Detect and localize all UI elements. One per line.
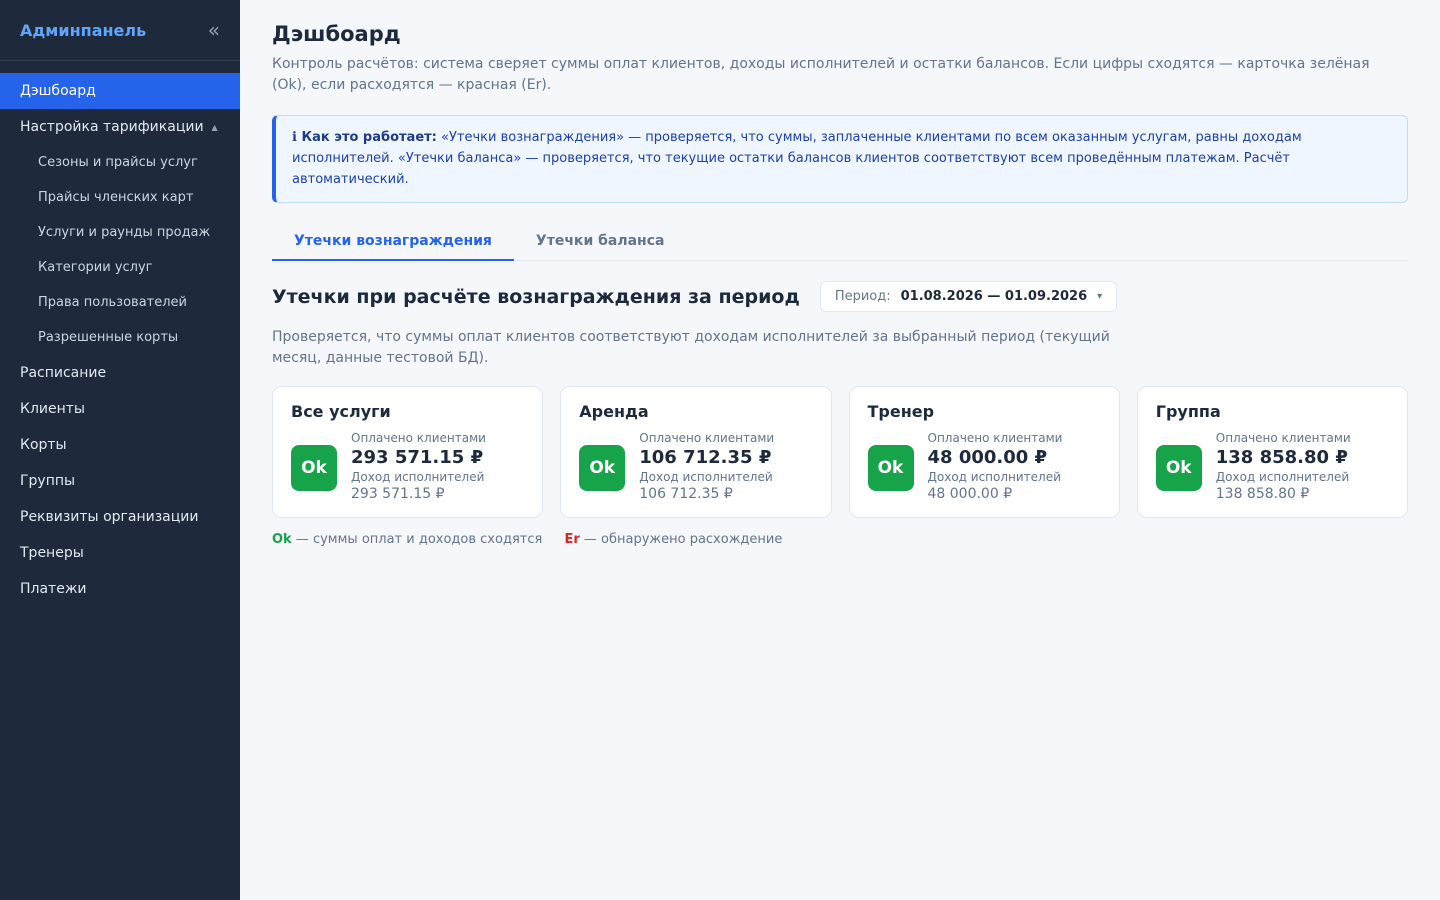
sidebar-item-pricing-settings[interactable]: Настройка тарификации ▲	[0, 109, 240, 145]
card-body: Ok Оплачено клиентами 48 000.00 ₽ Доход …	[867, 431, 1101, 504]
income-value: 138 858.80 ₽	[1215, 486, 1310, 502]
sidebar-subitem-user-rights[interactable]: Права пользователей	[0, 285, 240, 320]
card-rent: Аренда Ok Оплачено клиентами 106 712.35 …	[560, 386, 832, 518]
sidebar-item-dashboard[interactable]: Дэшбоард	[0, 73, 240, 109]
income-label: Доход исполнителей	[1215, 470, 1350, 484]
tab-balance-leaks[interactable]: Утечки баланса	[514, 223, 687, 261]
period-label: Период:	[834, 289, 891, 304]
sidebar-subitem-allowed-courts[interactable]: Разрешенные корты	[0, 320, 240, 355]
income-label: Доход исполнителей	[639, 470, 773, 484]
card-title: Тренер	[867, 402, 935, 421]
sidebar-item-label: Прайсы членских карт	[38, 190, 194, 205]
sidebar-subitem-service-categories[interactable]: Категории услуг	[0, 250, 240, 285]
info-text: «Утечки вознаграждения» — проверяется, ч…	[292, 130, 1302, 187]
card-title: Аренда	[579, 402, 649, 421]
sidebar-item-courts[interactable]: Корты	[0, 427, 240, 463]
period-select[interactable]: Период: 01.08.2026 — 01.09.2026 ▾	[819, 281, 1118, 312]
tab-reward-leaks[interactable]: Утечки вознаграждения	[272, 223, 514, 261]
sidebar-subitem-seasons-prices[interactable]: Сезоны и прайсы услуг	[0, 145, 240, 180]
status-badge: Ok	[1155, 444, 1202, 491]
sidebar-item-label: Дэшбоард	[20, 83, 96, 99]
section-header: Утечки при расчёте вознаграждения за пер…	[272, 281, 1408, 312]
card-group: Группа Ok Оплачено клиентами 138 858.80 …	[1136, 386, 1408, 518]
legend-er-text: — обнаружено расхождение	[579, 532, 783, 547]
paid-value: 106 712.35 ₽	[639, 447, 772, 468]
paid-value: 48 000.00 ₽	[927, 447, 1048, 468]
sidebar-item-groups[interactable]: Группы	[0, 463, 240, 499]
income-label: Доход исполнителей	[351, 470, 485, 484]
info-icon: ℹ	[292, 130, 297, 145]
status-badge: Ok	[291, 444, 337, 491]
collapse-sidebar-icon[interactable]: «	[208, 20, 220, 40]
sidebar-item-label: Платежи	[20, 581, 87, 597]
brand-title[interactable]: Админпанель	[20, 21, 146, 40]
sidebar-item-clients[interactable]: Клиенты	[0, 391, 240, 427]
sidebar-subitem-membership-prices[interactable]: Прайсы членских карт	[0, 180, 240, 215]
card-body: Ok Оплачено клиентами 293 571.15 ₽ Доход…	[291, 431, 524, 504]
sidebar-item-label: Клиенты	[20, 401, 85, 417]
sidebar-header: Админпанель «	[0, 0, 240, 61]
card-all-services: Все услуги Ok Оплачено клиентами 293 571…	[272, 386, 544, 518]
section-description: Проверяется, что суммы оплат клиентов со…	[272, 329, 1110, 366]
status-legend: Ok — суммы оплат и доходов сходятся Er —…	[272, 532, 1408, 547]
sidebar-item-label: Услуги и раунды продаж	[38, 225, 211, 240]
sidebar-subitem-services-rounds[interactable]: Услуги и раунды продаж	[0, 215, 240, 250]
income-value: 106 712.35 ₽	[639, 486, 733, 502]
card-title: Все услуги	[291, 402, 391, 421]
section-title: Утечки при расчёте вознаграждения за пер…	[272, 285, 800, 308]
paid-value: 293 571.15 ₽	[351, 447, 484, 468]
paid-label: Оплачено клиентами	[1215, 431, 1351, 445]
sidebar: Админпанель « Дэшбоард Настройка тарифик…	[0, 0, 240, 900]
main-content: Дэшбоард Контроль расчётов: система свер…	[240, 0, 1440, 900]
card-title: Группа	[1155, 402, 1221, 421]
sidebar-item-label: Настройка тарификации	[20, 119, 204, 135]
paid-label: Оплачено клиентами	[927, 431, 1063, 445]
sidebar-item-label: Права пользователей	[38, 295, 187, 310]
sidebar-item-label: Разрешенные корты	[38, 330, 179, 345]
card-metrics: Оплачено клиентами 106 712.35 ₽ Доход ис…	[639, 431, 774, 504]
card-metrics: Оплачено клиентами 48 000.00 ₽ Доход исп…	[928, 431, 1063, 504]
page-description: Контроль расчётов: система сверяет суммы…	[272, 56, 1370, 93]
chevron-up-icon: ▲	[211, 122, 218, 132]
card-metrics: Оплачено клиентами 138 858.80 ₽ Доход ис…	[1216, 431, 1351, 504]
tabs: Утечки вознаграждения Утечки баланса	[272, 223, 1408, 261]
info-heading: Как это работает:	[301, 130, 437, 145]
sidebar-nav: Дэшбоард Настройка тарификации ▲ Сезоны и…	[0, 61, 240, 607]
income-label: Доход исполнителей	[927, 470, 1061, 484]
card-metrics: Оплачено клиентами 293 571.15 ₽ Доход ис…	[351, 431, 486, 504]
legend-ok-key: Ok	[272, 532, 292, 547]
sidebar-item-label: Расписание	[20, 365, 107, 381]
card-trainer: Тренер Ok Оплачено клиентами 48 000.00 ₽…	[848, 386, 1120, 518]
cards-row: Все услуги Ok Оплачено клиентами 293 571…	[272, 386, 1408, 518]
sidebar-item-schedule[interactable]: Расписание	[0, 355, 240, 391]
income-value: 293 571.15 ₽	[351, 486, 445, 502]
status-badge: Ok	[579, 444, 626, 491]
period-value: 01.08.2026 — 01.09.2026	[900, 289, 1088, 304]
legend-er-key: Er	[564, 532, 580, 547]
sidebar-item-label: Корты	[20, 437, 67, 453]
paid-value: 138 858.80 ₽	[1215, 447, 1348, 468]
info-box: ℹ Как это работает: «Утечки вознагражден…	[272, 115, 1408, 203]
status-badge: Ok	[867, 444, 914, 491]
paid-label: Оплачено клиентами	[351, 431, 486, 445]
sidebar-item-label: Группы	[20, 473, 76, 489]
page-title: Дэшбоард	[272, 22, 401, 46]
sidebar-item-label: Тренеры	[20, 545, 84, 561]
sidebar-item-trainers[interactable]: Тренеры	[0, 535, 240, 571]
sidebar-item-label: Сезоны и прайсы услуг	[38, 155, 198, 170]
sidebar-item-label: Категории услуг	[38, 260, 153, 275]
sidebar-item-payments[interactable]: Платежи	[0, 571, 240, 607]
legend-ok-text: — суммы оплат и доходов сходятся	[291, 532, 543, 547]
chevron-down-icon: ▾	[1097, 291, 1103, 302]
sidebar-item-label: Реквизиты организации	[20, 509, 199, 525]
sidebar-item-org-details[interactable]: Реквизиты организации	[0, 499, 240, 535]
income-value: 48 000.00 ₽	[927, 486, 1013, 502]
card-body: Ok Оплачено клиентами 106 712.35 ₽ Доход…	[579, 431, 812, 504]
paid-label: Оплачено клиентами	[639, 431, 775, 445]
card-body: Ok Оплачено клиентами 138 858.80 ₽ Доход…	[1155, 431, 1389, 504]
